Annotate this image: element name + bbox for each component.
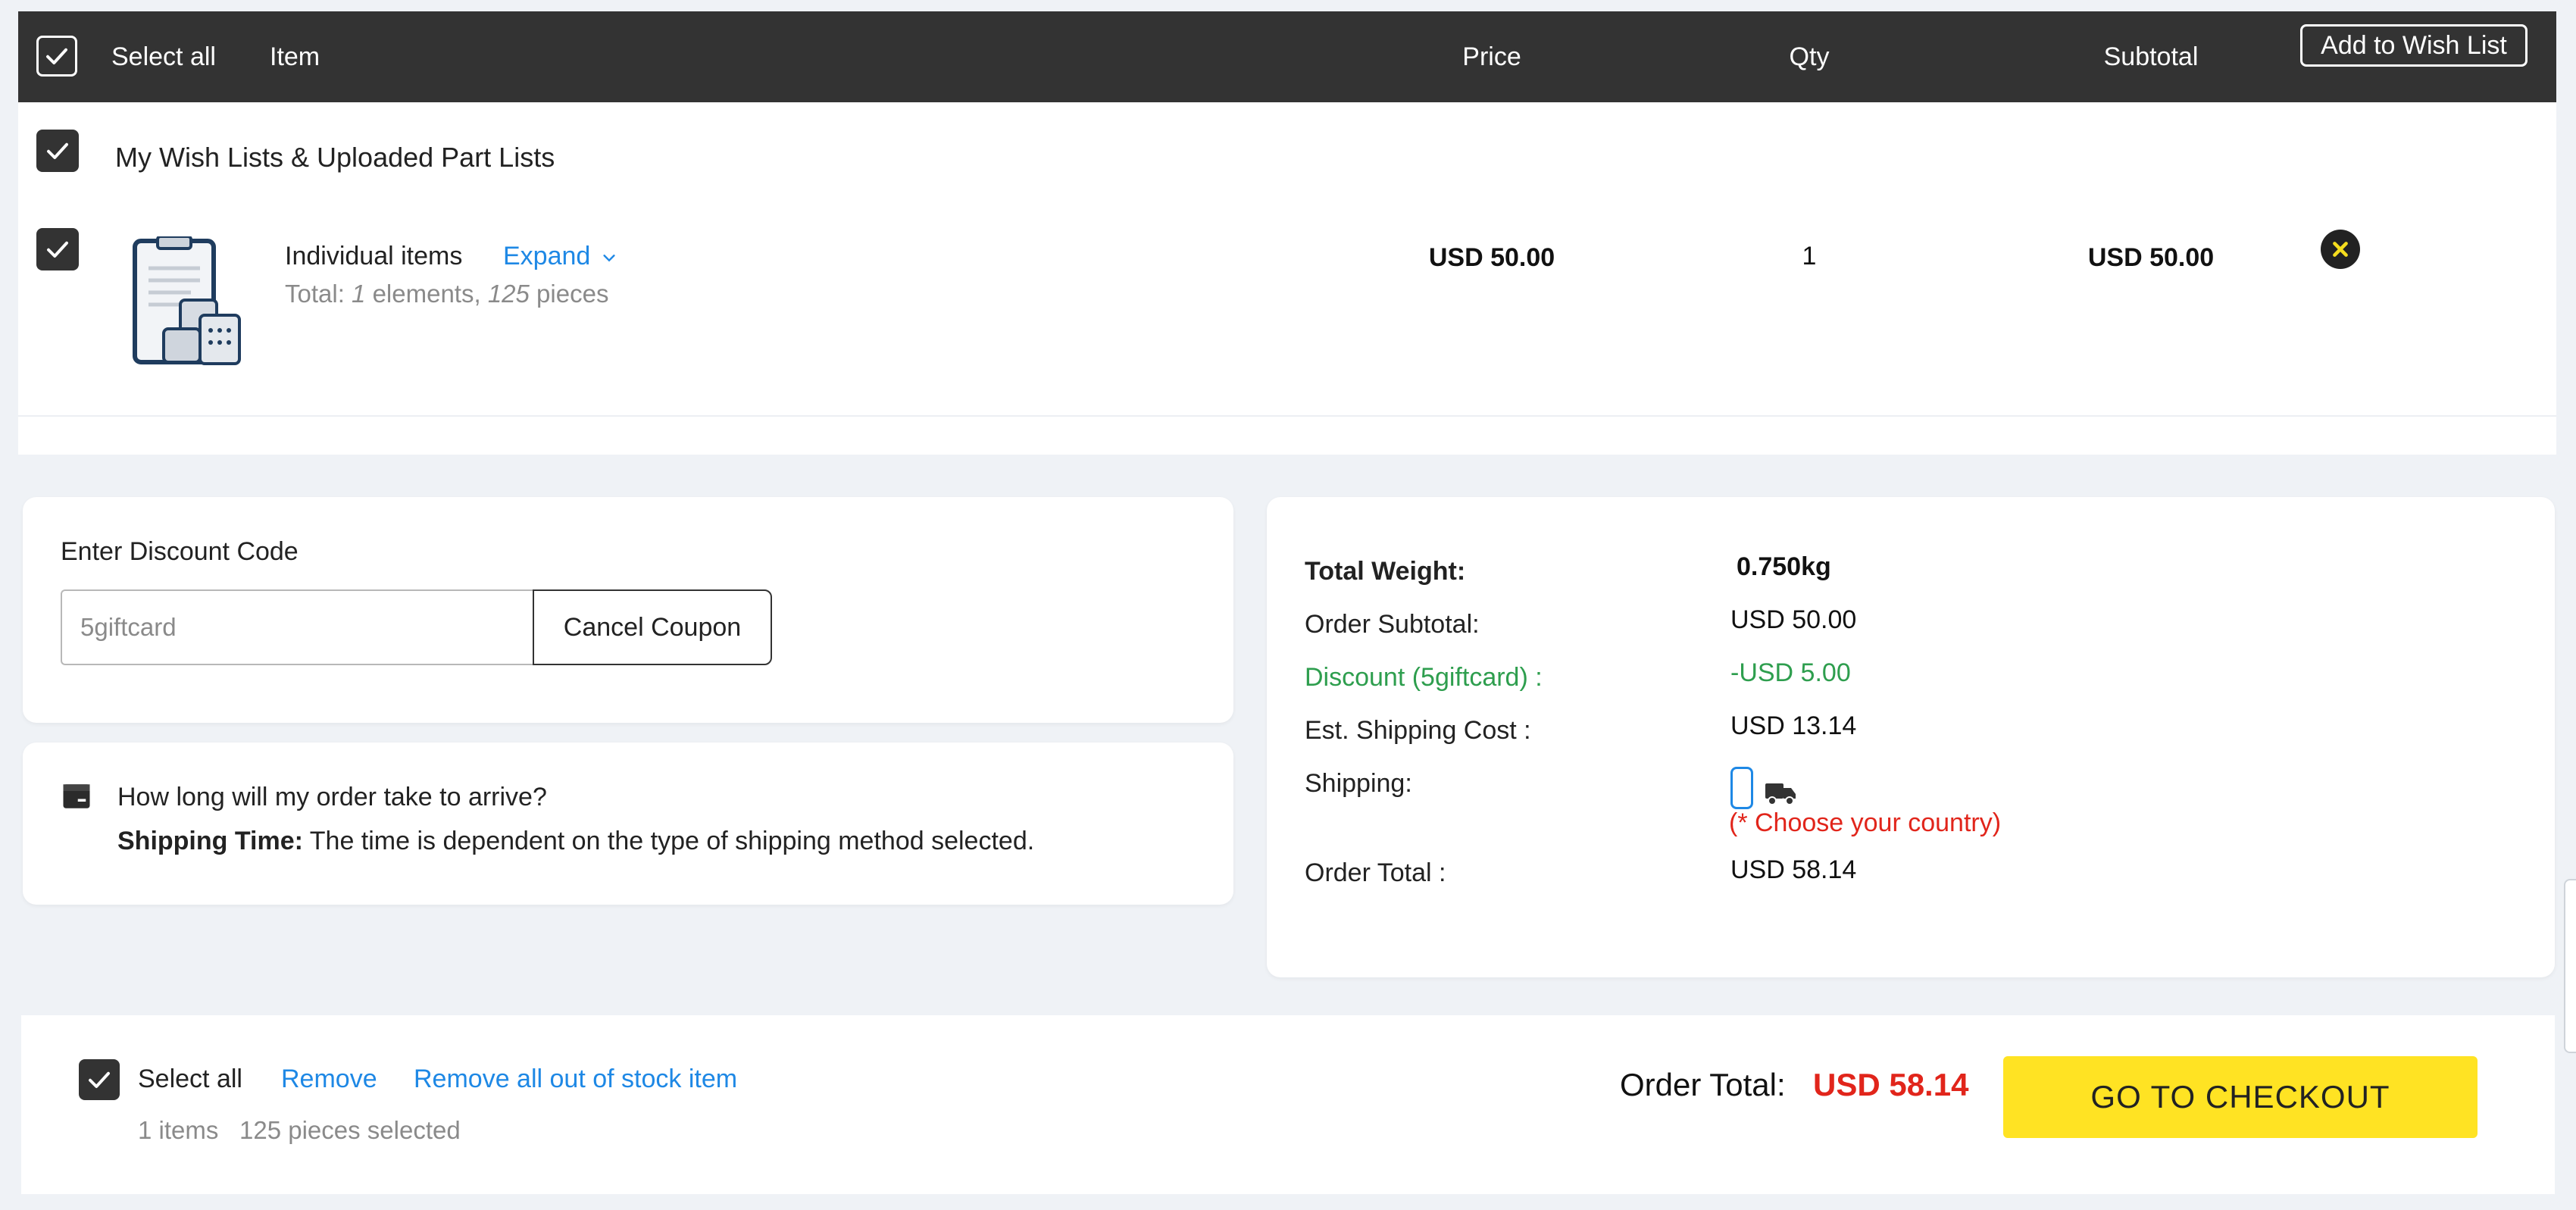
total-prefix: Total: <box>285 280 352 308</box>
item-subtotal: USD 50.00 <box>2087 243 2215 272</box>
bottom-select-all-checkbox[interactable] <box>79 1059 120 1100</box>
package-icon <box>63 784 90 808</box>
close-icon <box>2333 242 2348 257</box>
discount-label: Enter Discount Code <box>61 537 299 566</box>
item-price: USD 50.00 <box>1428 243 1555 272</box>
remove-link[interactable]: Remove <box>281 1065 377 1094</box>
elements-count: 1 <box>352 280 366 308</box>
discount-summary-value: -USD 5.00 <box>1730 658 1851 687</box>
item-qty[interactable]: 1 <box>1802 242 1817 271</box>
truck-icon <box>1765 783 1796 805</box>
bottom-order-total-value: USD 58.14 <box>1813 1067 1969 1102</box>
shipping-question: How long will my order take to arrive? <box>117 783 547 811</box>
order-subtotal-value: USD 50.00 <box>1730 605 1857 634</box>
remove-item-icon[interactable] <box>2321 230 2360 269</box>
item-total-summary: Total: 1 elements, 125 pieces <box>285 280 608 308</box>
item-name: Individual items <box>285 242 463 270</box>
checkmark-icon <box>89 1071 110 1088</box>
shipping-time-text: Shipping Time: The time is dependent on … <box>117 827 1034 856</box>
shipping-time-label: Shipping Time: <box>117 827 303 855</box>
checkmark-icon <box>46 48 67 64</box>
checkmark-icon <box>47 142 68 159</box>
header-qty: Qty <box>1789 42 1830 71</box>
item-checkbox[interactable] <box>36 228 79 270</box>
header-select-all[interactable]: Select all <box>111 11 216 102</box>
total-weight-label: Total Weight: <box>1305 557 1466 586</box>
cancel-coupon-button[interactable]: Cancel Coupon <box>533 589 772 665</box>
total-weight-value: 0.750kg <box>1737 552 1831 581</box>
est-shipping-label: Est. Shipping Cost : <box>1305 716 1531 745</box>
shipping-info-panel <box>23 743 1233 905</box>
discount-code-input[interactable]: 5giftcard <box>61 589 533 665</box>
expand-label: Expand <box>503 242 591 270</box>
header-price: Price <box>1462 42 1521 71</box>
pieces-label: pieces <box>529 280 609 308</box>
order-subtotal-label: Order Subtotal: <box>1305 610 1480 639</box>
clipboard-parts-icon <box>133 236 241 365</box>
header-item: Item <box>270 42 320 71</box>
pieces-count: 125 <box>487 280 530 308</box>
divider <box>18 415 2556 417</box>
chevron-down-icon <box>603 255 615 262</box>
scrollbar[interactable] <box>2564 879 2576 1053</box>
select-all-checkbox[interactable] <box>36 36 77 77</box>
choose-country-warning: (* Choose your country) <box>1729 808 2002 837</box>
elements-label: elements, <box>365 280 488 308</box>
shipping-label: Shipping: <box>1305 769 1412 798</box>
order-total-value: USD 58.14 <box>1730 855 1857 884</box>
header-subtotal: Subtotal <box>2103 42 2199 71</box>
order-total-label: Order Total : <box>1305 858 1446 887</box>
remove-out-of-stock-link[interactable]: Remove all out of stock item <box>414 1065 737 1094</box>
items-count: 1 items <box>138 1116 219 1144</box>
pieces-selected: 125 pieces selected <box>239 1116 461 1144</box>
checkmark-icon <box>47 241 68 258</box>
group-title: My Wish Lists & Uploaded Part Lists <box>115 142 555 173</box>
country-select[interactable] <box>1730 767 1753 809</box>
expand-link[interactable]: Expand <box>503 242 617 271</box>
go-to-checkout-button[interactable]: GO TO CHECKOUT <box>2003 1056 2478 1138</box>
discount-summary-label: Discount (5giftcard) : <box>1305 663 1543 692</box>
bottom-order-total-label: Order Total: <box>1620 1067 1786 1102</box>
est-shipping-value: USD 13.14 <box>1730 711 1857 740</box>
bottom-select-all-label[interactable]: Select all <box>138 1065 242 1094</box>
shipping-time-detail: The time is dependent on the type of shi… <box>302 827 1035 855</box>
group-checkbox[interactable] <box>36 130 79 172</box>
add-to-wish-list-button[interactable]: Add to Wish List <box>2300 24 2528 67</box>
